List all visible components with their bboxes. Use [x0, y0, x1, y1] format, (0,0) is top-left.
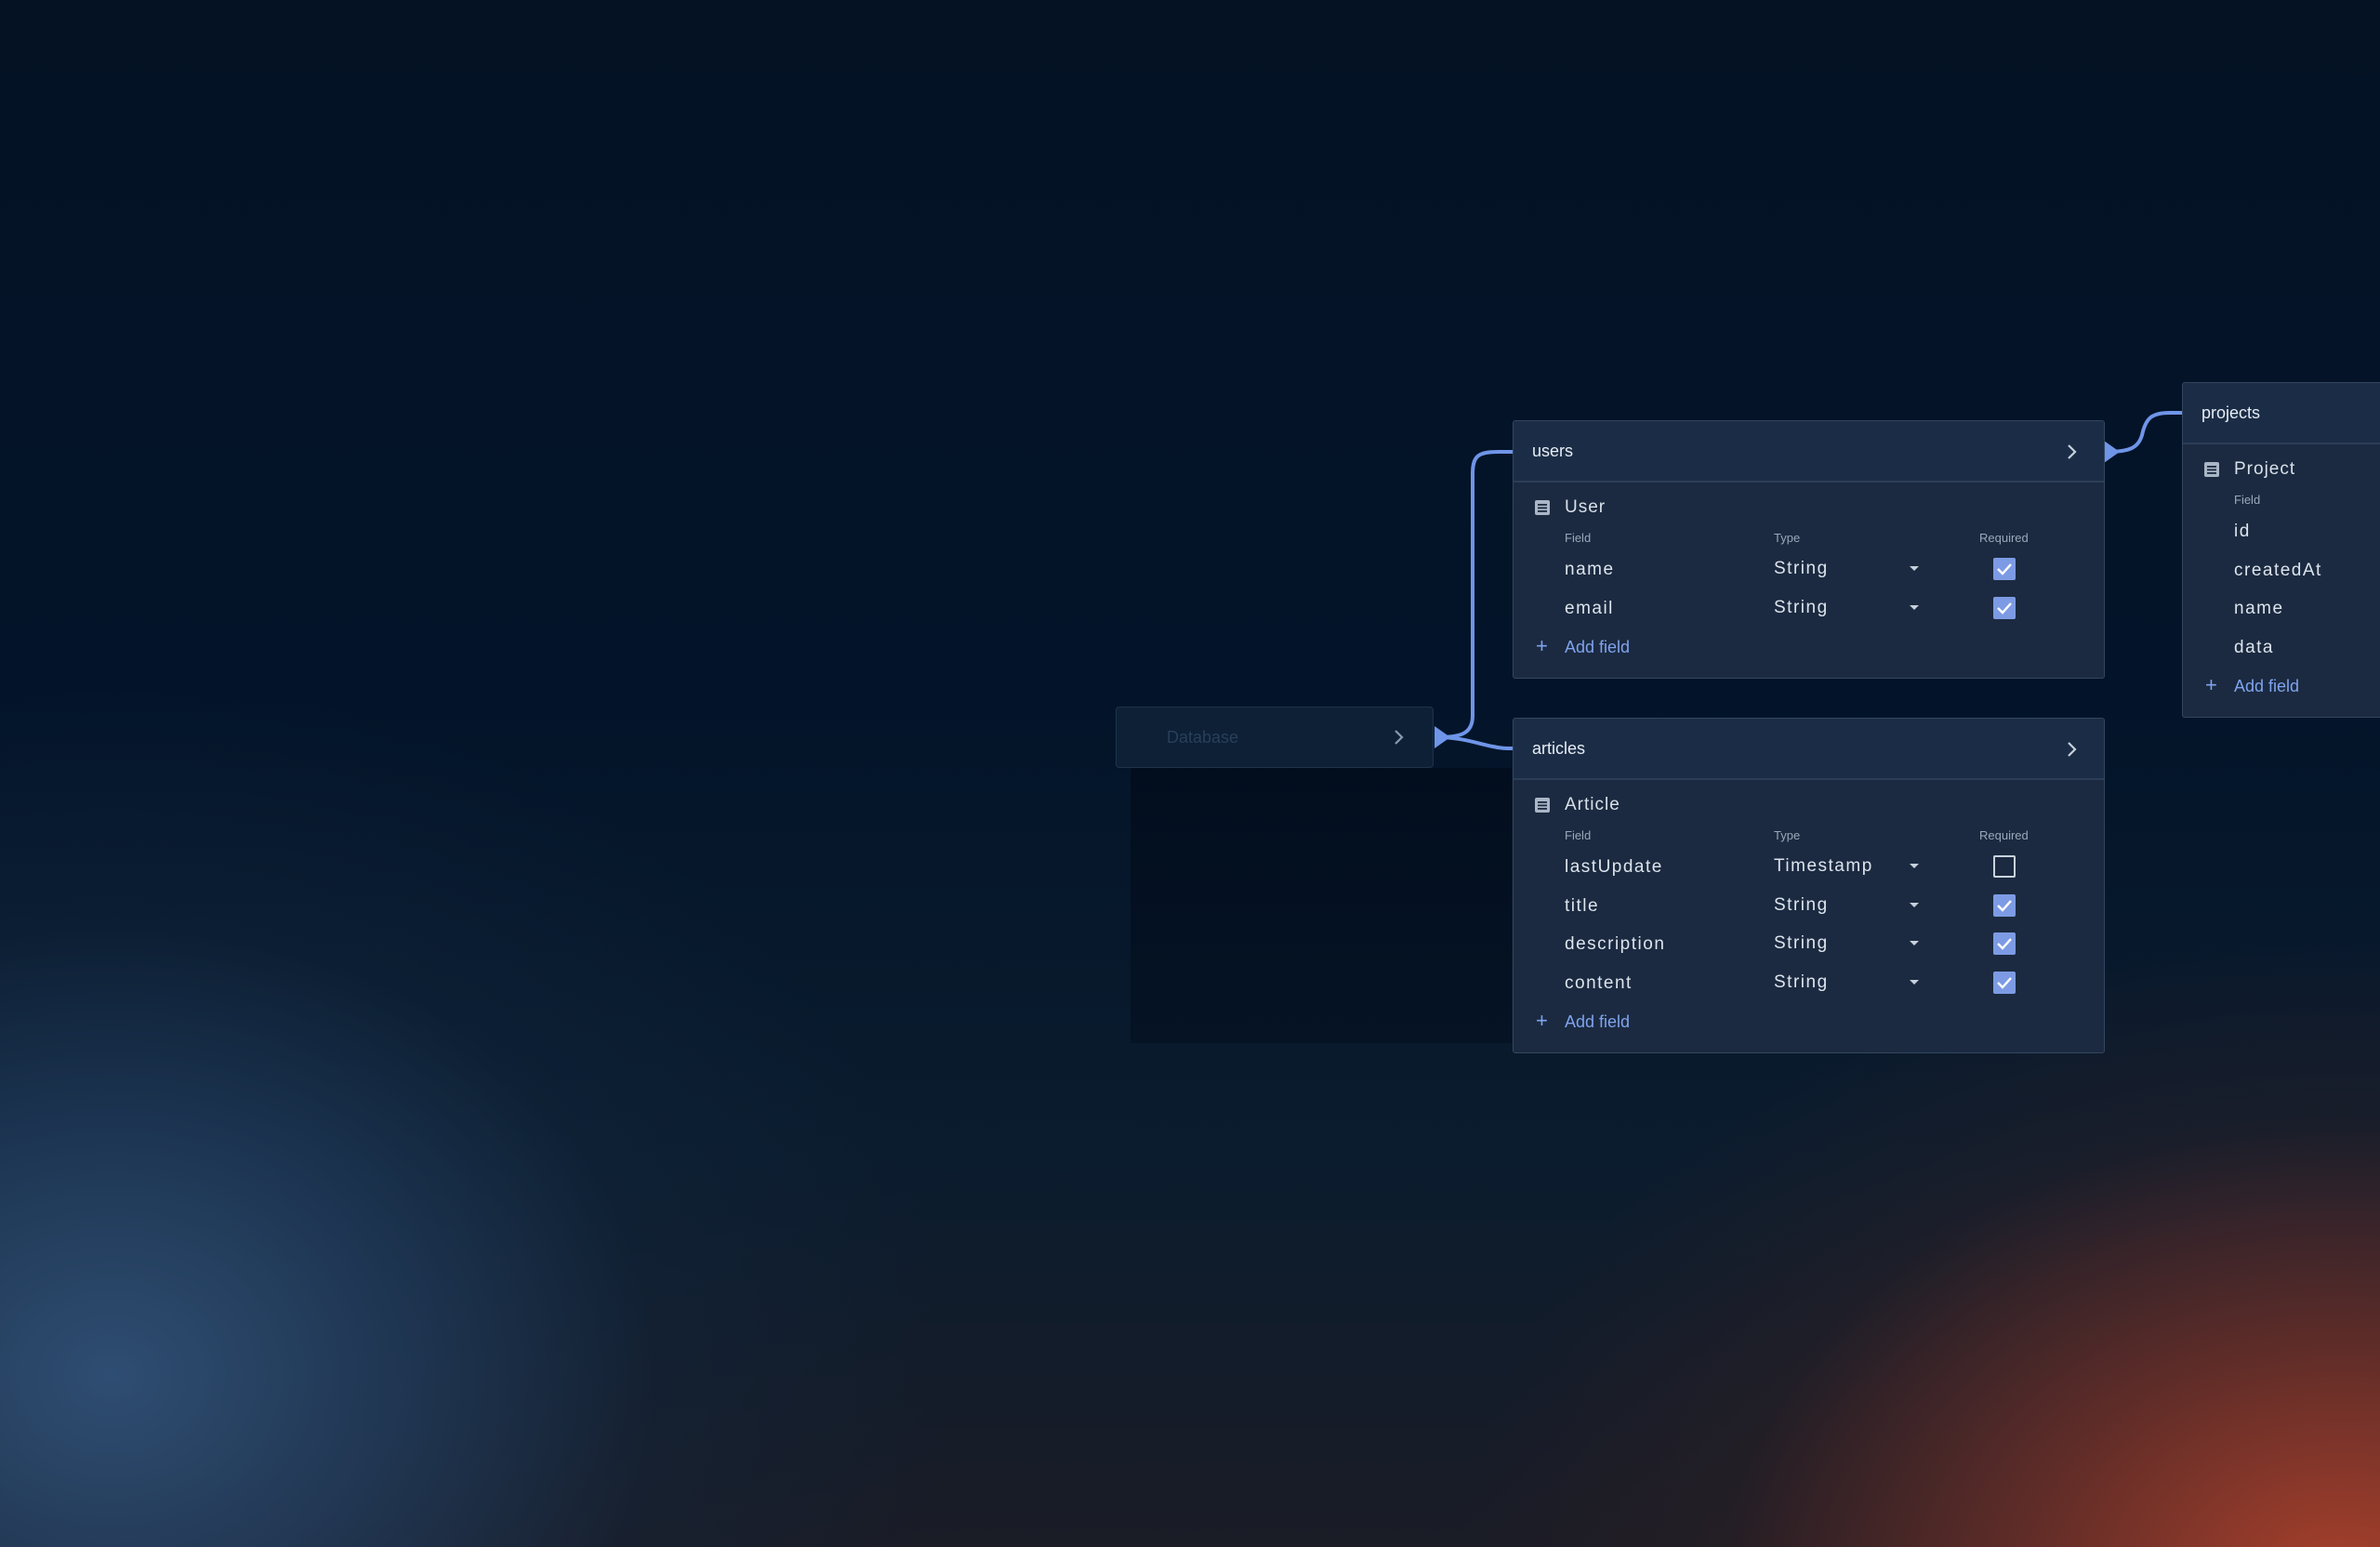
table-title: articles [1532, 739, 1586, 758]
field-row: lastUpdate Timestamp [1514, 847, 2104, 886]
edge-database-articles [1436, 735, 1514, 750]
field-row: data [2183, 628, 2380, 667]
column-header-required: Required [1979, 828, 2029, 842]
table-title: projects [2202, 403, 2261, 422]
model-row: Article [1514, 780, 2104, 826]
required-checkbox[interactable] [1993, 893, 2016, 917]
field-row: name String [1514, 549, 2104, 588]
model-row: User [1514, 483, 2104, 529]
column-header-field: Field [1565, 828, 1592, 842]
add-field-label: Add field [1565, 1012, 1631, 1031]
field-name[interactable]: id [2234, 522, 2251, 542]
field-type-select[interactable]: String [1774, 972, 1829, 993]
edge-handle-database[interactable] [1435, 726, 1450, 748]
column-headers: Field Type Required [1514, 826, 2104, 847]
field-name[interactable]: name [1565, 560, 1615, 580]
field-type-select[interactable]: String [1774, 598, 1829, 618]
table-icon [1534, 797, 1551, 813]
field-type-select[interactable]: String [1774, 895, 1829, 916]
caret-down-icon[interactable] [1904, 559, 1924, 579]
edge-database-users [1436, 450, 1514, 739]
table-icon [1534, 499, 1551, 516]
field-type-select[interactable]: Timestamp [1774, 856, 1873, 877]
field-type-select[interactable]: String [1774, 933, 1829, 954]
database-node-shadow [1130, 768, 1512, 1043]
chevron-right-icon[interactable] [2061, 442, 2082, 462]
schema-canvas[interactable]: Database users User Field Type Required … [0, 0, 2380, 1547]
table-title: users [1532, 442, 1574, 460]
field-name[interactable]: data [2234, 638, 2274, 658]
field-row: content String [1514, 963, 2104, 1002]
field-row: title String [1514, 886, 2104, 925]
chevron-right-icon[interactable] [1388, 727, 1408, 747]
chevron-right-icon[interactable] [2061, 739, 2082, 760]
field-name[interactable]: createdAt [2234, 561, 2322, 581]
model-row: Project [2183, 444, 2380, 491]
field-name[interactable]: content [1565, 973, 1633, 994]
caret-down-icon[interactable] [1904, 895, 1924, 916]
field-row: createdAt [2183, 550, 2380, 589]
table-header[interactable]: articles [1514, 719, 2104, 780]
column-headers: Field Type Required [1514, 529, 2104, 549]
model-name: User [1565, 497, 1606, 517]
table-header[interactable]: projects [2183, 383, 2380, 444]
model-name: Project [2234, 459, 2296, 479]
edge-handle-users[interactable] [2104, 441, 2120, 463]
column-header-required: Required [1979, 531, 2029, 545]
field-name[interactable]: name [2234, 599, 2284, 619]
add-field-button[interactable]: + Add field [1514, 627, 2104, 666]
plus-icon: + [2205, 673, 2217, 696]
add-field-button[interactable]: + Add field [1514, 1001, 2104, 1040]
add-field-label: Add field [2234, 677, 2300, 695]
plus-icon: + [1536, 634, 1548, 657]
table-icon [2203, 461, 2220, 478]
plus-icon: + [1536, 1009, 1548, 1032]
caret-down-icon[interactable] [1904, 933, 1924, 954]
field-name[interactable]: lastUpdate [1565, 857, 1663, 878]
required-checkbox[interactable] [1993, 558, 2016, 580]
required-checkbox[interactable] [1993, 855, 2016, 878]
required-checkbox[interactable] [1993, 932, 2016, 955]
required-checkbox[interactable] [1993, 596, 2016, 619]
field-name[interactable]: description [1565, 934, 1665, 955]
field-row: email String [1514, 588, 2104, 628]
column-header-field: Field [1565, 531, 1592, 545]
database-node[interactable]: Database [1116, 707, 1434, 768]
column-header-field: Field [2234, 493, 2261, 507]
column-header-type: Type [1774, 828, 1801, 842]
table-node-users[interactable]: users User Field Type Required name Stri… [1513, 420, 2105, 679]
field-row: id [2183, 511, 2380, 550]
database-node-label: Database [1167, 728, 1239, 747]
caret-down-icon[interactable] [1904, 972, 1924, 993]
edge-users-projects-link [2106, 411, 2183, 454]
add-field-label: Add field [1565, 638, 1631, 656]
caret-down-icon[interactable] [1904, 856, 1924, 877]
field-name[interactable]: title [1565, 896, 1599, 917]
caret-down-icon[interactable] [1904, 598, 1924, 618]
field-row: name [2183, 588, 2380, 628]
table-header[interactable]: users [1514, 421, 2104, 483]
field-name[interactable]: email [1565, 599, 1614, 619]
add-field-button[interactable]: + Add field [2183, 666, 2380, 705]
table-node-projects[interactable]: projects Project Field id createdAt name… [2182, 382, 2380, 718]
field-row: description String [1514, 924, 2104, 963]
model-name: Article [1565, 795, 1620, 814]
table-node-articles[interactable]: articles Article Field Type Required las… [1513, 718, 2105, 1053]
required-checkbox[interactable] [1993, 971, 2016, 994]
field-type-select[interactable]: String [1774, 559, 1829, 579]
column-headers: Field [2183, 491, 2380, 511]
column-header-type: Type [1774, 531, 1801, 545]
